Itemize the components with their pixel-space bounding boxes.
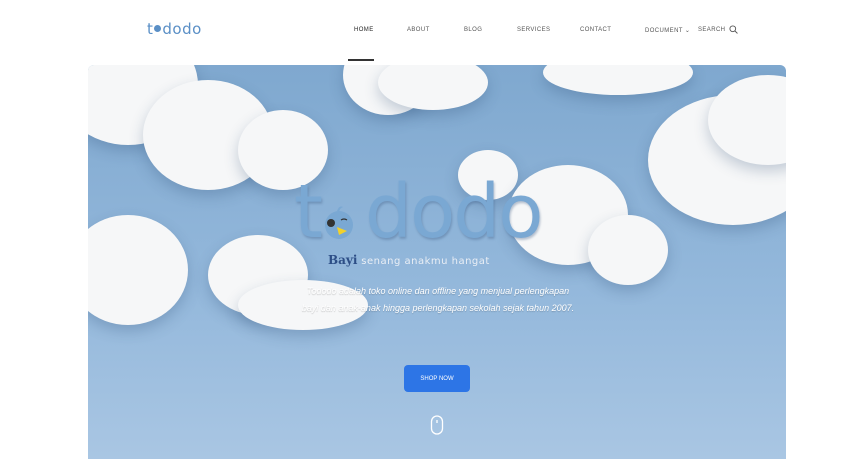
shop-now-button[interactable]: SHOP NOW	[404, 365, 470, 392]
bird-mascot-icon	[325, 206, 353, 239]
nav-item-about[interactable]: ABOUT	[407, 27, 430, 33]
nav-item-contact[interactable]: CONTACT	[580, 27, 611, 33]
hero-logo-end: dodo	[365, 169, 543, 255]
mouse-scroll-icon[interactable]	[430, 415, 444, 435]
nav-item-blog[interactable]: BLOG	[464, 27, 482, 33]
cloud-decoration	[543, 65, 693, 95]
nav-item-services[interactable]: SERVICES	[517, 27, 550, 33]
nav-active-indicator	[348, 59, 374, 61]
search-icon	[729, 25, 739, 34]
hero-tagline: Bayi senang anakmu hangat	[328, 253, 490, 267]
search-toggle[interactable]: SEARCH	[698, 25, 739, 34]
hero-description: Tododo adalah toko online dan offline ya…	[301, 286, 575, 313]
tagline-light: senang anakmu hangat	[361, 256, 490, 267]
site-header: t dodo HOME ABOUT BLOG SERVICES CONTACT D…	[0, 0, 861, 62]
cloud-decoration	[588, 215, 668, 285]
hero-banner: t dodo Bayi senang anakmu hangat Tododo a…	[88, 65, 786, 459]
cloud-decoration	[88, 215, 188, 325]
nav-item-document[interactable]: DOCUMENT ⌄	[645, 27, 690, 34]
nav-item-home[interactable]: HOME	[354, 27, 374, 33]
search-label: SEARCH	[698, 26, 726, 33]
tagline-bold: Bayi	[328, 253, 358, 267]
nav-item-document-label: DOCUMENT	[645, 28, 683, 34]
chevron-down-icon: ⌄	[684, 28, 691, 34]
